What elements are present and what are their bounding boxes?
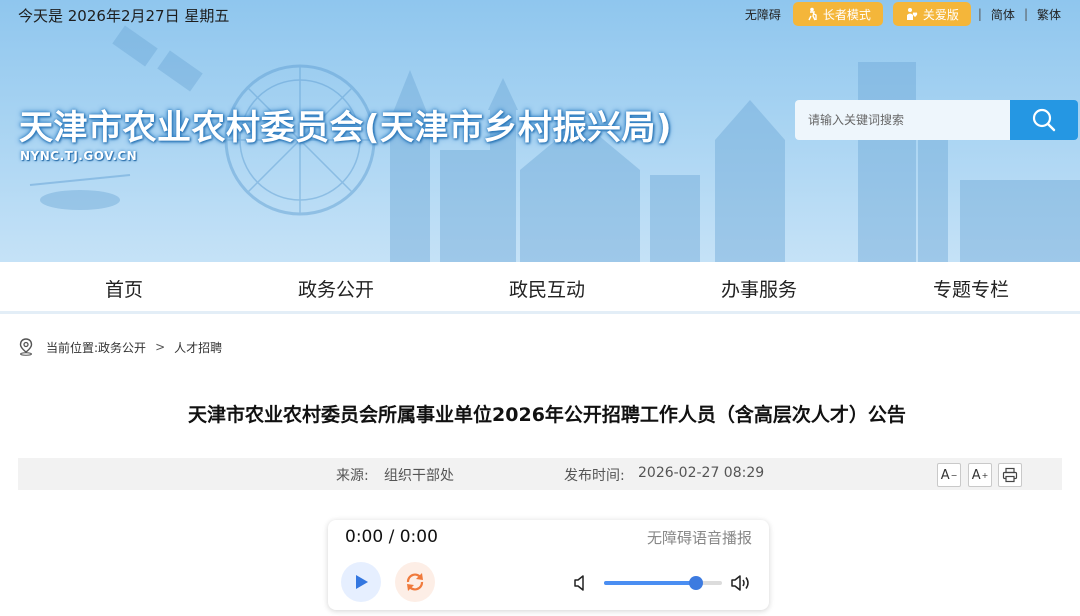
printer-icon [1002, 467, 1018, 483]
nav-item-government-affairs[interactable]: 政务公开 [298, 275, 374, 302]
site-domain: NYNC.TJ.GOV.CN [20, 149, 138, 163]
breadcrumb-separator: > [155, 340, 166, 354]
site-title[interactable]: 天津市农业农村委员会(天津市乡村振兴局) [19, 100, 672, 149]
font-decrease-button[interactable]: A − [937, 463, 961, 487]
traditional-chinese-link[interactable]: 繁体 [1030, 6, 1068, 23]
nav-item-services[interactable]: 办事服务 [721, 275, 797, 302]
article-meta-bar: 来源: 组织干部处 发布时间: 2026-02-27 08:29 A − A + [18, 458, 1062, 490]
accessibility-link[interactable]: 无障碍 [738, 6, 788, 23]
topbar-separator: | [1023, 7, 1028, 21]
elder-mode-button[interactable]: 长者模式 [792, 2, 883, 26]
play-icon [356, 575, 368, 589]
topbar-separator: | [977, 7, 982, 21]
audio-player: 0:00 / 0:00 无障碍语音播报 [328, 520, 769, 610]
source-label: 来源: [336, 468, 369, 484]
player-label: 无障碍语音播报 [646, 529, 752, 547]
current-date: 今天是 2026年2月27日 星期五 [18, 7, 230, 25]
volume-high-icon[interactable] [730, 573, 752, 593]
volume-slider-fill [604, 581, 697, 585]
loop-button[interactable] [395, 562, 435, 602]
search-box [795, 100, 1078, 140]
volume-slider-handle[interactable] [689, 576, 704, 590]
breadcrumb-label: 当前位置: [46, 340, 99, 355]
source-value: 组织干部处 [384, 468, 454, 484]
elder-icon [808, 7, 817, 21]
volume-low-icon[interactable] [573, 574, 589, 592]
care-icon [906, 8, 918, 20]
publish-date-label: 发布时间: [564, 468, 625, 484]
search-button[interactable] [1010, 100, 1078, 140]
article-title: 天津市农业农村委员会所属事业单位2026年公开招聘工作人员（含高层次人才）公告 [188, 404, 906, 426]
breadcrumb-item-government-affairs[interactable]: 政务公开 [98, 339, 146, 356]
volume-slider[interactable] [604, 576, 722, 590]
care-version-label: 关爱版 [922, 7, 959, 22]
nav-item-interaction[interactable]: 政民互动 [509, 275, 585, 302]
print-button[interactable] [998, 463, 1022, 487]
elder-mode-label: 长者模式 [822, 7, 871, 22]
care-version-button[interactable]: 关爱版 [892, 2, 971, 26]
simplified-chinese-link[interactable]: 简体 [984, 6, 1022, 23]
search-icon [1032, 108, 1056, 132]
player-time: 0:00 / 0:00 [345, 527, 438, 547]
breadcrumb: 当前位置: 政务公开 > 人才招聘 [18, 338, 222, 356]
play-button[interactable] [341, 562, 381, 602]
publish-date-value: 2026-02-27 08:29 [638, 465, 765, 481]
nav-item-topics[interactable]: 专题专栏 [933, 275, 1009, 302]
topbar-tools: 无障碍 长者模式 关爱版 | 简体 | 繁体 [738, 1, 1068, 27]
nav-item-home[interactable]: 首页 [105, 275, 143, 302]
breadcrumb-item-recruitment[interactable]: 人才招聘 [174, 339, 222, 356]
main-nav: 首页 政务公开 政民互动 办事服务 专题专栏 [0, 262, 1080, 314]
header-banner: 今天是 2026年2月27日 星期五 无障碍 长者模式 关爱版 | 简体 | 繁… [0, 0, 1080, 262]
loop-icon [406, 573, 424, 591]
location-pin-icon [19, 338, 33, 356]
search-input[interactable] [795, 100, 1010, 140]
font-increase-button[interactable]: A + [968, 463, 992, 487]
font-decrease-label: A [940, 467, 950, 483]
font-increase-label: A [971, 467, 981, 483]
